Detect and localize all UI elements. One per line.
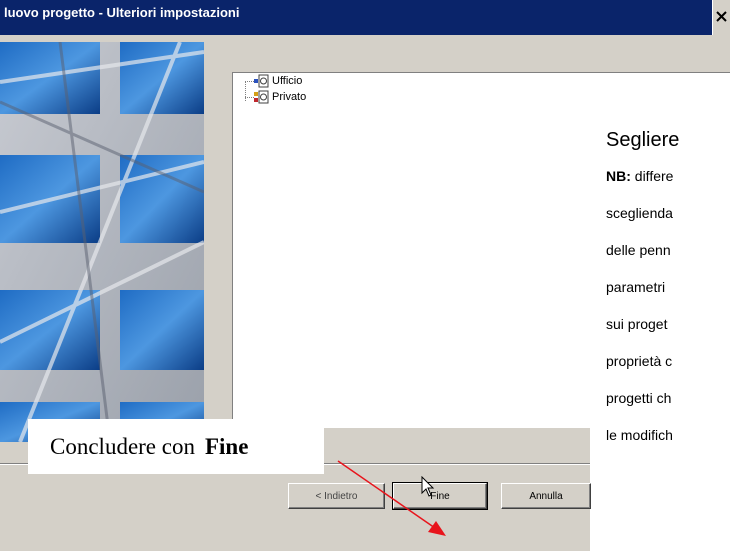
window-title: luovo progetto - Ulteriori impostazioni <box>4 5 240 20</box>
instruction-callout: Concludere con Fine <box>28 419 324 474</box>
callout-bold: Fine <box>204 433 249 459</box>
cancel-button[interactable]: Annulla <box>501 483 591 509</box>
project-node-icon <box>254 74 269 88</box>
tree-item-label: Ufficio <box>272 75 303 87</box>
note-line: parametri <box>606 279 666 295</box>
tree-connector <box>245 81 246 101</box>
note-line: delle penn <box>606 242 671 258</box>
close-button[interactable] <box>712 0 730 35</box>
mouse-cursor-icon <box>421 476 435 497</box>
note-line: proprietà c <box>606 353 673 369</box>
note-bold: NB: <box>606 168 631 184</box>
note-line: progetti ch <box>606 390 672 406</box>
tree-item-ufficio[interactable]: Ufficio <box>253 73 302 89</box>
note-line: sceglienda <box>606 205 673 221</box>
note-text: differe <box>630 168 674 184</box>
tree-item-privato[interactable]: Privato <box>253 89 306 105</box>
callout-text: Concludere con <box>50 433 195 459</box>
note-line: sui proget <box>606 316 668 332</box>
back-button[interactable]: < Indietro <box>288 483 385 509</box>
note-line: NB: differe <box>606 168 673 184</box>
project-node-icon <box>254 90 269 104</box>
wizard-banner-image <box>0 42 204 442</box>
tree-item-label: Privato <box>272 91 307 103</box>
title-bar: luovo progetto - Ulteriori impostazioni <box>0 0 712 35</box>
note-title: Segliere <box>606 129 680 151</box>
close-icon <box>716 11 727 22</box>
annotation-note: Segliere NB: differe sceglienda delle pe… <box>590 99 730 551</box>
note-line: le modifich <box>606 427 673 443</box>
finish-button[interactable]: Fine <box>392 482 488 510</box>
